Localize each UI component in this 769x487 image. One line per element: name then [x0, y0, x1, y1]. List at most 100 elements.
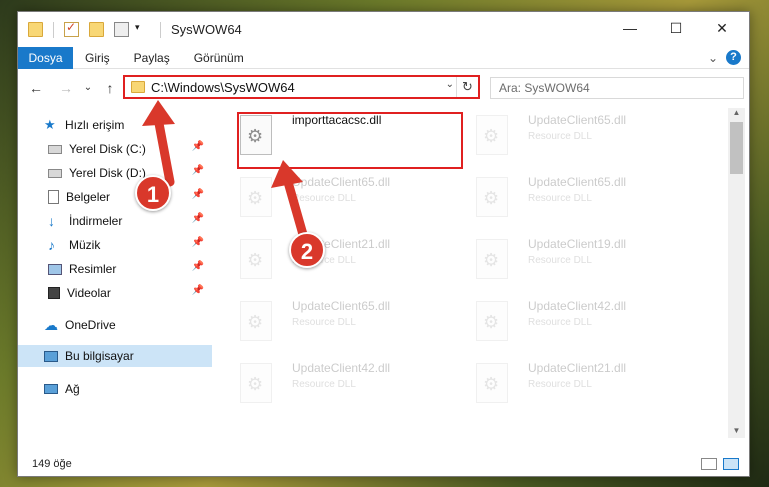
download-icon: ↓: [48, 213, 55, 229]
back-button[interactable]: ←: [26, 78, 46, 98]
sidebar-item-network[interactable]: Ağ: [18, 378, 212, 400]
scrollbar-thumb[interactable]: [730, 122, 743, 174]
dll-file-icon: [240, 239, 272, 279]
navigation-pane: ★ Hızlı erişim Yerel Disk (C:) 📌 Yerel D…: [18, 104, 212, 436]
star-icon: ★: [44, 117, 56, 132]
file-type: Resource DLL: [292, 379, 356, 390]
videos-icon: [48, 287, 60, 299]
sidebar-item-videos[interactable]: Videolar 📌: [18, 282, 212, 304]
file-item[interactable]: UpdateClient42.dll Resource DLL: [464, 293, 699, 353]
dll-file-icon: [476, 239, 508, 279]
refresh-button[interactable]: ↻: [456, 77, 478, 97]
sidebar-item-music[interactable]: ♪ Müzik 📌: [18, 234, 212, 256]
sidebar-item-label: Müzik: [69, 238, 101, 252]
properties-icon[interactable]: [64, 20, 79, 37]
file-type: Resource DLL: [528, 255, 592, 266]
sidebar-item-label: Bu bilgisayar: [65, 349, 134, 363]
vertical-scrollbar[interactable]: ▲ ▼: [728, 108, 745, 438]
tab-home[interactable]: Giriş: [73, 47, 122, 69]
tab-view[interactable]: Görünüm: [182, 47, 256, 69]
search-input[interactable]: Ara: SysWOW64: [490, 77, 744, 99]
status-bar: 149 öğe: [18, 452, 749, 476]
sidebar-item-label: Ağ: [65, 382, 80, 396]
file-type: Resource DLL: [292, 317, 356, 328]
file-highlight-box: [237, 112, 463, 169]
sidebar-item-downloads[interactable]: ↓ İndirmeler 📌: [18, 210, 212, 232]
dll-file-icon: [476, 177, 508, 217]
help-icon[interactable]: ?: [726, 50, 741, 65]
file-type: Resource DLL: [528, 317, 592, 328]
file-name: UpdateClient42.dll: [528, 299, 627, 313]
file-type: Resource DLL: [292, 193, 356, 204]
file-name: UpdateClient19.dll: [528, 237, 627, 251]
file-name: UpdateClient65.dll: [292, 175, 391, 189]
forward-button[interactable]: →: [56, 78, 76, 98]
address-dropdown-icon[interactable]: ⌄: [446, 79, 454, 90]
file-item[interactable]: UpdateClient21.dll Resource DLL: [228, 231, 463, 291]
pin-icon[interactable]: 📌: [192, 141, 204, 152]
dll-file-icon: [240, 363, 272, 403]
step-badge-1: 1: [135, 175, 171, 211]
new-folder-icon[interactable]: [89, 22, 104, 37]
address-path: C:\Windows\SysWOW64: [151, 79, 295, 95]
pin-icon[interactable]: 📌: [192, 261, 204, 272]
file-item[interactable]: UpdateClient21.dll Resource DLL: [464, 355, 699, 415]
folder-icon[interactable]: [28, 22, 43, 37]
sidebar-item-disk-c[interactable]: Yerel Disk (C:) 📌: [18, 138, 212, 160]
scroll-up-icon[interactable]: ▲: [728, 108, 745, 120]
documents-icon: [48, 190, 59, 204]
file-item[interactable]: UpdateClient65.dll Resource DLL: [228, 169, 463, 229]
dll-file-icon: [476, 115, 508, 155]
tiles-view-icon[interactable]: [723, 458, 739, 470]
sidebar-item-pictures[interactable]: Resimler 📌: [18, 258, 212, 280]
sidebar-item-quick-access[interactable]: ★ Hızlı erişim: [18, 114, 212, 136]
file-name: UpdateClient42.dll: [292, 361, 391, 375]
sidebar-item-label: Hızlı erişim: [65, 118, 125, 132]
file-item[interactable]: UpdateClient42.dll Resource DLL: [228, 355, 463, 415]
pin-icon[interactable]: 📌: [192, 213, 204, 224]
step-badge-2: 2: [289, 232, 325, 268]
sidebar-item-documents[interactable]: Belgeler 📌: [18, 186, 212, 208]
dll-file-icon: [476, 301, 508, 341]
maximize-button[interactable]: ☐: [653, 12, 699, 44]
file-item[interactable]: UpdateClient19.dll Resource DLL: [464, 231, 699, 291]
network-icon: [44, 384, 58, 394]
divider: [160, 21, 161, 38]
sidebar-item-label: Resimler: [69, 262, 117, 276]
window-title: SysWOW64: [171, 22, 242, 37]
pin-icon[interactable]: 📌: [192, 237, 204, 248]
pin-icon[interactable]: 📌: [192, 189, 204, 200]
expand-ribbon-icon[interactable]: ⌄: [708, 51, 718, 65]
navigation-bar: ← → ⌄ ↑ C:\Windows\SysWOW64 ⌄ ↻ Ara: Sys…: [18, 74, 749, 102]
pictures-icon: [48, 263, 62, 275]
folder-icon: [131, 81, 145, 93]
sidebar-item-label: İndirmeler: [69, 214, 123, 228]
tab-share[interactable]: Paylaş: [122, 47, 182, 69]
file-item[interactable]: UpdateClient65.dll Resource DLL: [464, 107, 699, 167]
tab-file[interactable]: Dosya: [18, 46, 73, 69]
sidebar-item-onedrive[interactable]: ☁ OneDrive: [18, 314, 212, 336]
pin-icon[interactable]: 📌: [192, 285, 204, 296]
close-button[interactable]: ✕: [699, 12, 745, 44]
drive-icon: [48, 144, 62, 154]
recent-locations-button[interactable]: ⌄: [78, 78, 98, 98]
dll-file-icon: [240, 177, 272, 217]
up-button[interactable]: ↑: [100, 78, 120, 98]
sidebar-item-label: OneDrive: [65, 318, 116, 332]
scroll-down-icon[interactable]: ▼: [728, 426, 745, 438]
sidebar-item-this-pc[interactable]: Bu bilgisayar: [18, 345, 212, 367]
dll-file-icon: [476, 363, 508, 403]
rename-icon[interactable]: [114, 22, 129, 37]
address-bar[interactable]: C:\Windows\SysWOW64 ⌄ ↻: [123, 75, 480, 99]
file-name: UpdateClient21.dll: [528, 361, 627, 375]
pin-icon[interactable]: 📌: [192, 165, 204, 176]
file-item[interactable]: UpdateClient65.dll Resource DLL: [464, 169, 699, 229]
file-name: UpdateClient65.dll: [528, 175, 627, 189]
chevron-down-icon[interactable]: ▾: [135, 22, 150, 37]
sidebar-item-label: Yerel Disk (C:): [69, 142, 146, 156]
music-icon: ♪: [48, 237, 55, 253]
details-view-icon[interactable]: [701, 458, 717, 470]
minimize-button[interactable]: —: [607, 12, 653, 44]
sidebar-item-disk-d[interactable]: Yerel Disk (D:) 📌: [18, 162, 212, 184]
file-item[interactable]: UpdateClient65.dll Resource DLL: [228, 293, 463, 353]
